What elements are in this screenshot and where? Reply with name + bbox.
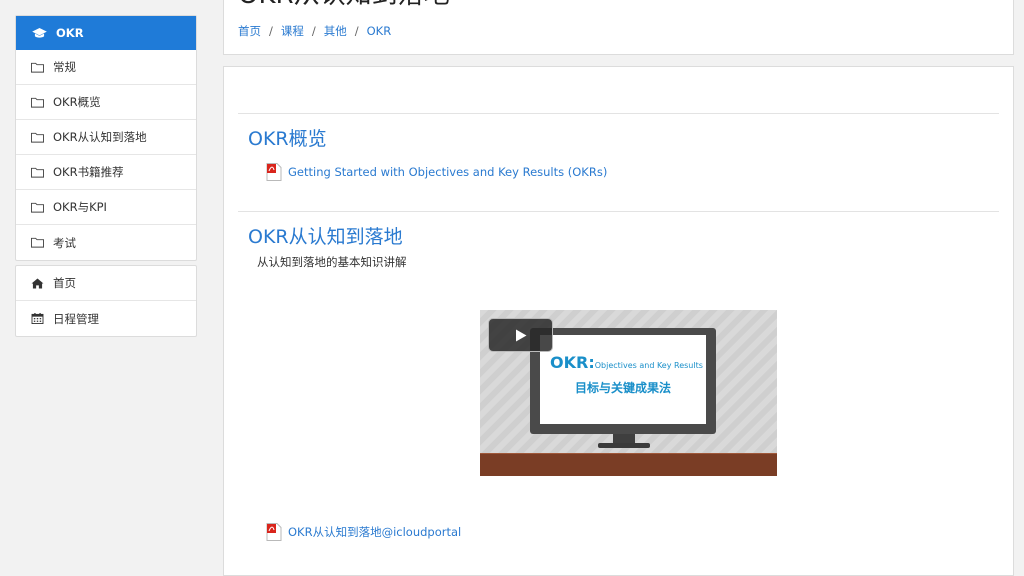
section-title-okr-overview[interactable]: OKR概览 xyxy=(248,124,327,151)
sidebar-item-okr-overview[interactable]: OKR概览 xyxy=(16,85,196,120)
sidebar-item-label: OKR xyxy=(56,26,84,40)
sidebar-item-label: OKR书籍推荐 xyxy=(53,165,124,179)
breadcrumb: 首页 / 课程 / 其他 / OKR xyxy=(238,23,391,39)
resource-getting-started-pdf[interactable]: Getting Started with Objectives and Key … xyxy=(266,163,607,181)
video-screen-caption: 目标与关键成果法 xyxy=(574,381,671,395)
resource-okr-practice-pdf[interactable]: OKR从认知到落地@icloudportal xyxy=(266,523,461,541)
folder-icon xyxy=(31,62,44,73)
play-button[interactable] xyxy=(488,318,553,352)
page-title: OKR从认知到落地 xyxy=(238,0,450,11)
sidebar-item-label: 首页 xyxy=(53,276,76,290)
video-screen-title: OKR: xyxy=(550,353,595,372)
resource-label: OKR从认知到落地@icloudportal xyxy=(288,525,462,539)
sidebar-item-okr-practice[interactable]: OKR从认知到落地 xyxy=(16,120,196,155)
sidebar-item-label: 考试 xyxy=(53,235,76,250)
breadcrumb-home[interactable]: 首页 xyxy=(238,24,261,38)
sidebar-item-label: OKR概览 xyxy=(53,95,101,109)
graduation-cap-icon xyxy=(32,27,47,38)
video-monitor: OKR:Objectives and Key Results 目标与关键成果法 xyxy=(530,328,716,434)
sidebar-item-calendar[interactable]: 日程管理 xyxy=(16,301,196,336)
pdf-icon xyxy=(266,523,282,541)
breadcrumb-separator: / xyxy=(269,24,273,38)
pdf-icon xyxy=(266,163,282,181)
video-desk xyxy=(480,454,777,476)
video-monitor-screen: OKR:Objectives and Key Results 目标与关键成果法 xyxy=(540,335,706,424)
breadcrumb-separator: / xyxy=(354,24,359,38)
breadcrumb-category[interactable]: 其他 xyxy=(324,24,347,38)
resource-label: Getting Started with Objectives and Key … xyxy=(288,165,608,179)
section-divider xyxy=(238,211,999,212)
section-title-okr-practice[interactable]: OKR从认知到落地 xyxy=(248,222,403,249)
breadcrumb-separator: / xyxy=(311,24,316,38)
breadcrumb-courses[interactable]: 课程 xyxy=(281,24,304,38)
video-monitor-base xyxy=(598,443,650,448)
calendar-icon xyxy=(31,313,44,324)
play-icon xyxy=(515,329,526,341)
sidebar-item-general[interactable]: 常规 xyxy=(16,50,196,85)
home-icon xyxy=(31,277,44,289)
site-nav-group: 首页 日程管理 xyxy=(15,265,197,337)
folder-icon xyxy=(31,132,44,143)
sidebar-item-exam[interactable]: 考试 xyxy=(16,225,196,260)
sidebar-item-label: 常规 xyxy=(53,60,76,74)
video-player[interactable]: OKR:Objectives and Key Results 目标与关键成果法 xyxy=(480,310,777,476)
folder-icon xyxy=(31,202,44,213)
course-nav-group: OKR 常规 OKR概览 OKR从认知到落地 OKR书籍推荐 OKR与KPI 考… xyxy=(15,15,197,261)
sidebar-item-okr-kpi[interactable]: OKR与KPI xyxy=(16,190,196,225)
sidebar-item-label: OKR从认知到落地 xyxy=(53,130,147,144)
folder-icon xyxy=(31,167,44,178)
video-screen-heading: OKR:Objectives and Key Results xyxy=(550,353,703,372)
sidebar-item-okr-books[interactable]: OKR书籍推荐 xyxy=(16,155,196,190)
video-screen-subtitle: Objectives and Key Results xyxy=(594,361,703,370)
sidebar-item-okr-course[interactable]: OKR xyxy=(16,16,196,50)
folder-icon xyxy=(31,97,44,108)
page-header: OKR从认知到落地 首页 / 课程 / 其他 / OKR xyxy=(223,0,1014,55)
section-divider xyxy=(238,113,999,114)
sidebar-item-home[interactable]: 首页 xyxy=(16,266,196,301)
course-content: OKR概览 Getting Started with Objectives an… xyxy=(223,66,1014,576)
breadcrumb-course[interactable]: OKR xyxy=(367,24,392,38)
section-description: 从认知到落地的基本知识讲解 xyxy=(257,255,407,269)
course-sidebar: OKR 常规 OKR概览 OKR从认知到落地 OKR书籍推荐 OKR与KPI 考… xyxy=(15,15,197,341)
sidebar-item-label: OKR与KPI xyxy=(53,200,107,214)
sidebar-item-label: 日程管理 xyxy=(53,311,99,326)
folder-icon xyxy=(31,237,44,248)
